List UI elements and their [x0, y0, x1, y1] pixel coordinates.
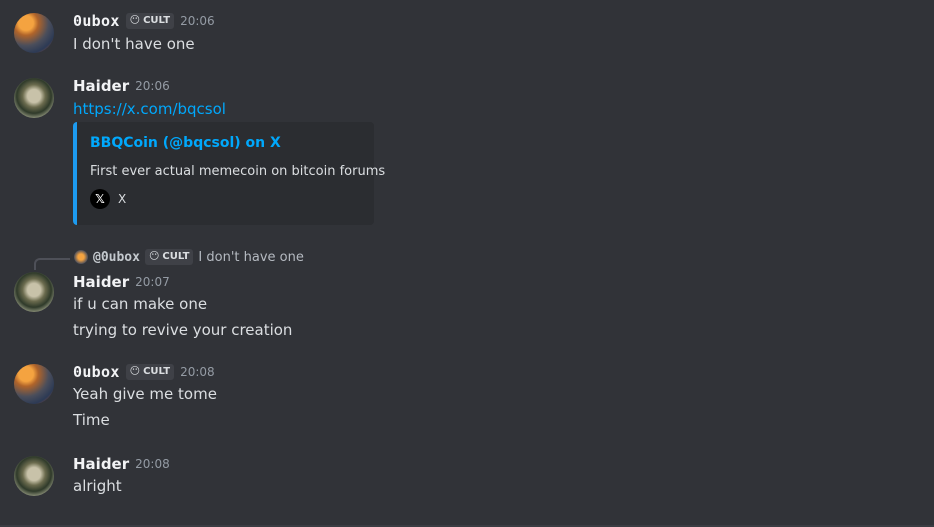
timestamp[interactable]: 20:08	[135, 457, 170, 471]
embed-description: First ever actual memecoin on bitcoin fo…	[90, 164, 386, 179]
avatar[interactable]	[14, 272, 54, 312]
message-text: I don't have one	[73, 35, 195, 53]
avatar[interactable]	[14, 13, 54, 53]
message-haider-2: Haider 20:07 if u can make one trying to…	[0, 268, 934, 348]
message-text: Yeah give me tome	[73, 385, 217, 403]
link-embed: BBQCoin (@bqcsol) on X First ever actual…	[73, 122, 385, 225]
reply-preview-text[interactable]: I don't have one	[198, 250, 303, 265]
message-header: Haider 20:07	[73, 273, 170, 291]
message-text: trying to revive your creation	[73, 321, 293, 339]
skull-face-icon: 😶	[129, 366, 141, 377]
server-tag-label: CULT	[162, 251, 190, 262]
server-tag-label: CULT	[143, 15, 171, 26]
message-text: if u can make one	[73, 295, 208, 313]
server-tag-badge[interactable]: 😶 CULT	[125, 364, 175, 380]
message-haider-3: Haider 20:08 alright	[0, 448, 934, 508]
skull-face-icon: 😶	[129, 15, 141, 26]
reply-avatar	[74, 250, 88, 264]
message-0ubox-1: 0ubox 😶 CULT 20:06 I don't have one	[0, 0, 934, 70]
message-header: 0ubox 😶 CULT 20:08	[73, 363, 215, 381]
message-0ubox-2: 0ubox 😶 CULT 20:08 Yeah give me tome Tim…	[0, 355, 934, 445]
x-logo-icon: 𝕏	[90, 189, 110, 209]
embed-title[interactable]: BBQCoin (@bqcsol) on X	[90, 135, 281, 151]
message-header: Haider 20:08	[73, 455, 170, 473]
message-link[interactable]: https://x.com/bqcsol	[73, 100, 226, 118]
timestamp[interactable]: 20:08	[180, 365, 215, 379]
embed-provider: X	[118, 192, 127, 206]
server-tag-badge[interactable]: 😶 CULT	[125, 13, 175, 29]
timestamp[interactable]: 20:06	[135, 79, 170, 93]
avatar[interactable]	[14, 456, 54, 496]
username[interactable]: Haider	[73, 77, 129, 95]
reply-reference[interactable]: @0ubox 😶 CULT I don't have one	[0, 249, 934, 270]
message-text: alright	[73, 477, 122, 495]
server-tag-badge[interactable]: 😶 CULT	[144, 249, 194, 265]
timestamp[interactable]: 20:07	[135, 275, 170, 289]
embed-footer: 𝕏 X	[90, 189, 126, 209]
message-header: Haider 20:06	[73, 77, 170, 95]
message-text: Time	[73, 411, 110, 429]
username[interactable]: 0ubox	[73, 12, 120, 30]
message-header: 0ubox 😶 CULT 20:06	[73, 12, 215, 30]
avatar[interactable]	[14, 78, 54, 118]
server-tag-label: CULT	[143, 366, 171, 377]
username[interactable]: Haider	[73, 273, 129, 291]
reply-author[interactable]: @0ubox	[93, 250, 140, 265]
username[interactable]: Haider	[73, 455, 129, 473]
username[interactable]: 0ubox	[73, 363, 120, 381]
timestamp[interactable]: 20:06	[180, 14, 215, 28]
avatar[interactable]	[14, 364, 54, 404]
skull-face-icon: 😶	[148, 251, 160, 262]
